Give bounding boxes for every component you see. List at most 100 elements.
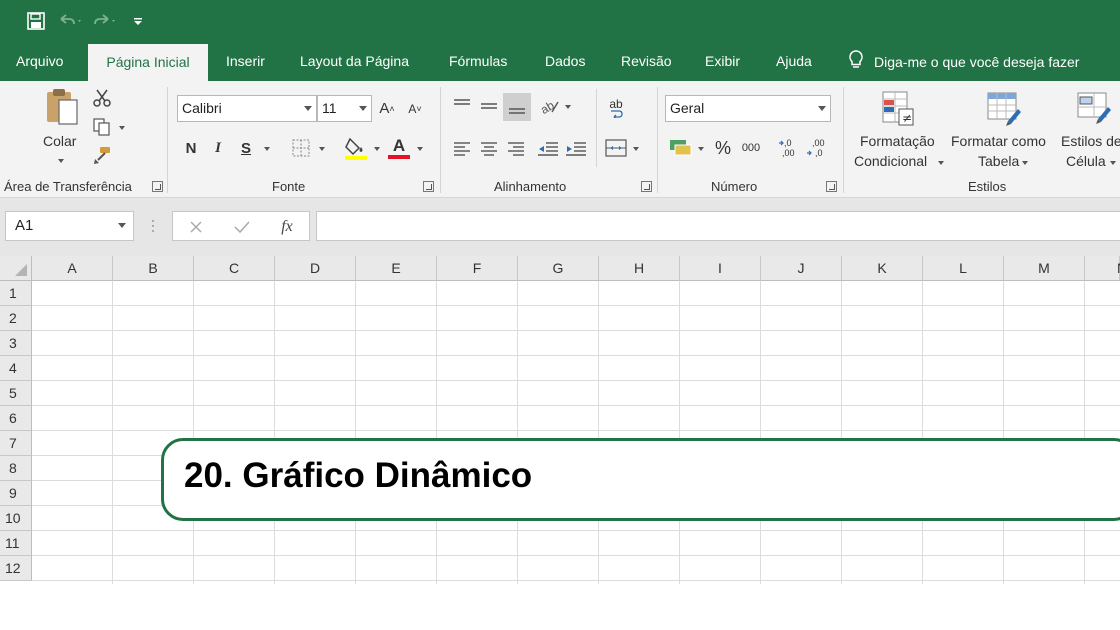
column-header-a[interactable]: A [32, 256, 113, 281]
column-header-d[interactable]: D [275, 256, 356, 281]
conditional-dropdown-icon[interactable] [938, 161, 944, 165]
row-header-7[interactable]: 7 [0, 431, 32, 456]
column-header-c[interactable]: C [194, 256, 275, 281]
fill-color-icon[interactable] [343, 134, 369, 162]
shrink-font-button[interactable]: A ˅ [405, 95, 425, 122]
italic-button[interactable]: I [208, 136, 228, 160]
undo-icon[interactable] [53, 0, 87, 42]
font-name-combo[interactable]: Calibri [177, 95, 317, 122]
align-center-icon[interactable] [479, 138, 499, 158]
row-header-4[interactable]: 4 [0, 356, 32, 381]
row-header-8[interactable]: 8 [0, 456, 32, 481]
cell-styles-line1[interactable]: Estilos de [1061, 133, 1120, 149]
conditional-formatting-line1[interactable]: Formatação [860, 133, 935, 149]
orientation-icon[interactable]: ab [538, 95, 562, 117]
paste-dropdown-icon[interactable] [58, 159, 64, 163]
font-size-combo[interactable]: 11 [317, 95, 372, 122]
row-header-3[interactable]: 3 [0, 331, 32, 356]
decrease-decimal-icon[interactable]: ,00,0 [806, 136, 828, 160]
tab-revisao[interactable]: Revisão [621, 42, 672, 81]
thousands-separator-button[interactable]: 000 [739, 136, 763, 160]
row-header-11[interactable]: 11 [0, 531, 32, 556]
align-left-icon[interactable] [452, 138, 472, 158]
merge-dropdown-icon[interactable] [633, 147, 639, 151]
grow-font-button[interactable]: A ˄ [377, 95, 397, 122]
paste-icon[interactable] [40, 87, 84, 127]
column-header-g[interactable]: G [518, 256, 599, 281]
alignment-launcher-icon[interactable] [641, 181, 652, 192]
column-header-k[interactable]: K [842, 256, 923, 281]
copy-icon[interactable] [91, 116, 113, 138]
column-header-l[interactable]: L [923, 256, 1004, 281]
column-header-e[interactable]: E [356, 256, 437, 281]
wrap-text-button[interactable]: ab [603, 93, 629, 123]
cut-icon[interactable] [91, 87, 113, 109]
underline-button[interactable]: S [236, 136, 256, 160]
column-header-h[interactable]: H [599, 256, 680, 281]
format-as-table-line1[interactable]: Formatar como [951, 133, 1046, 149]
tab-layout-da-pagina[interactable]: Layout da Página [300, 42, 409, 81]
row-header-9[interactable]: 9 [0, 481, 32, 506]
paste-label[interactable]: Colar [43, 133, 76, 149]
conditional-formatting-line2[interactable]: Condicional [854, 153, 927, 169]
font-color-dropdown-icon[interactable] [417, 147, 423, 151]
font-launcher-icon[interactable] [423, 181, 434, 192]
accounting-dropdown-icon[interactable] [698, 147, 704, 151]
customize-qat-icon[interactable] [121, 0, 155, 42]
splitter-handle[interactable] [151, 218, 155, 234]
cell-styles-line2[interactable]: Célula [1066, 153, 1106, 169]
tab-pagina-inicial[interactable]: Página Inicial [88, 44, 208, 81]
tab-dados[interactable]: Dados [545, 42, 585, 81]
format-painter-icon[interactable] [91, 144, 113, 166]
font-color-button[interactable]: A [386, 134, 412, 162]
increase-indent-icon[interactable] [565, 138, 587, 158]
cell-styles-icon[interactable] [1072, 87, 1116, 131]
select-all-corner[interactable] [0, 256, 32, 281]
format-as-table-icon[interactable] [982, 87, 1026, 131]
tell-me-search[interactable]: Diga-me o que você deseja fazer [848, 42, 1079, 81]
align-top-icon[interactable] [451, 95, 473, 117]
column-header-n[interactable]: N [1085, 256, 1120, 281]
row-header-10[interactable]: 10 [0, 506, 32, 531]
increase-decimal-icon[interactable]: ,0,00 [778, 136, 800, 160]
column-header-f[interactable]: F [437, 256, 518, 281]
number-format-combo[interactable]: Geral [665, 95, 831, 122]
tab-inserir[interactable]: Inserir [226, 42, 265, 81]
number-launcher-icon[interactable] [826, 181, 837, 192]
merge-center-icon[interactable] [604, 138, 628, 158]
column-header-m[interactable]: M [1004, 256, 1085, 281]
borders-icon[interactable] [288, 136, 314, 160]
accounting-format-icon[interactable] [668, 136, 694, 160]
enter-check-icon[interactable] [231, 216, 253, 238]
bold-button[interactable]: N [181, 136, 201, 160]
save-icon[interactable] [19, 0, 53, 42]
column-header-j[interactable]: J [761, 256, 842, 281]
tab-arquivo[interactable]: Arquivo [16, 42, 63, 81]
decrease-indent-icon[interactable] [537, 138, 559, 158]
insert-function-button[interactable]: fx [275, 216, 299, 238]
cancel-icon[interactable] [185, 216, 207, 238]
column-header-b[interactable]: B [113, 256, 194, 281]
row-header-5[interactable]: 5 [0, 381, 32, 406]
redo-icon[interactable] [87, 0, 121, 42]
percent-button[interactable]: % [712, 136, 734, 160]
tab-exibir[interactable]: Exibir [705, 42, 740, 81]
worksheet-grid[interactable]: A B C D E F G H I J K L M N 1 2 3 4 5 6 … [0, 256, 1120, 584]
conditional-formatting-icon[interactable]: ≠ [879, 87, 919, 131]
row-header-2[interactable]: 2 [0, 306, 32, 331]
tab-ajuda[interactable]: Ajuda [776, 42, 812, 81]
row-header-1[interactable]: 1 [0, 281, 32, 306]
align-bottom-icon[interactable] [503, 93, 531, 121]
row-header-6[interactable]: 6 [0, 406, 32, 431]
orientation-dropdown-icon[interactable] [565, 105, 571, 109]
formula-input[interactable] [316, 211, 1120, 241]
borders-dropdown-icon[interactable] [319, 147, 325, 151]
row-header-12[interactable]: 12 [0, 556, 32, 581]
align-middle-icon[interactable] [478, 95, 500, 117]
align-right-icon[interactable] [506, 138, 526, 158]
format-as-table-line2[interactable]: Tabela [978, 153, 1019, 169]
fill-color-dropdown-icon[interactable] [374, 147, 380, 151]
clipboard-launcher-icon[interactable] [152, 181, 163, 192]
name-box[interactable]: A1 [5, 211, 134, 241]
format-table-dropdown-icon[interactable] [1022, 161, 1028, 165]
